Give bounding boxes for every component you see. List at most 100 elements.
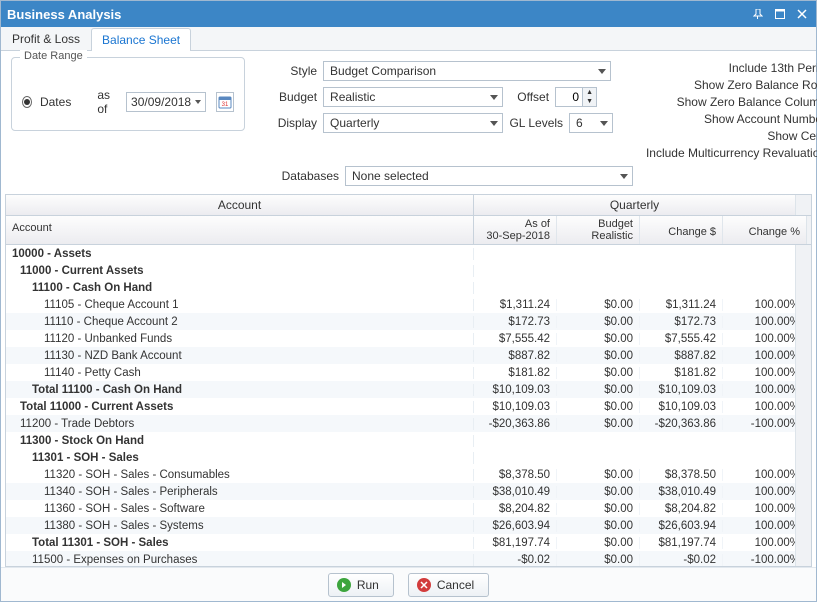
- spin-down-icon[interactable]: ▼: [583, 97, 596, 106]
- value-cell: 100.00%: [723, 367, 795, 379]
- value-cell: $0.00: [557, 486, 640, 498]
- dates-radio[interactable]: [22, 96, 32, 108]
- databases-select[interactable]: None selected: [345, 166, 633, 186]
- table-row[interactable]: 11300 - Stock On Hand: [6, 432, 795, 449]
- grid-header-cols: Account As of30-Sep-2018 BudgetRealistic…: [6, 216, 811, 245]
- cancel-icon: [417, 578, 431, 592]
- value-cell: $0.00: [557, 367, 640, 379]
- value-cell: $0.00: [557, 469, 640, 481]
- date-picker-button[interactable]: 31: [216, 92, 234, 112]
- table-row[interactable]: 11105 - Cheque Account 1$1,311.24$0.00$1…: [6, 296, 795, 313]
- col-change-dollar[interactable]: Change $: [640, 216, 723, 244]
- account-cell: 10000 - Assets: [6, 248, 474, 260]
- value-cell: $7,555.42: [640, 333, 723, 345]
- table-row[interactable]: 11301 - SOH - Sales: [6, 449, 795, 466]
- account-cell: 11105 - Cheque Account 1: [6, 299, 474, 311]
- table-row[interactable]: 11200 - Trade Debtors-$20,363.86$0.00-$2…: [6, 415, 795, 432]
- col-budget[interactable]: BudgetRealistic: [557, 216, 640, 244]
- run-button[interactable]: Run: [328, 573, 394, 597]
- value-cell: $0.00: [557, 299, 640, 311]
- account-cell: 11301 - SOH - Sales: [6, 452, 474, 464]
- spin-up-icon[interactable]: ▲: [583, 88, 596, 97]
- style-label: Style: [263, 64, 317, 78]
- chevron-down-icon: [490, 121, 498, 126]
- budget-select[interactable]: Realistic: [323, 87, 503, 107]
- table-row[interactable]: 11120 - Unbanked Funds$7,555.42$0.00$7,5…: [6, 330, 795, 347]
- value-cell: 100.00%: [723, 469, 795, 481]
- table-row[interactable]: 11130 - NZD Bank Account$887.82$0.00$887…: [6, 347, 795, 364]
- value-cell: 100.00%: [723, 503, 795, 515]
- offset-input[interactable]: [555, 87, 583, 107]
- svg-text:31: 31: [222, 102, 229, 108]
- header-period-group[interactable]: Quarterly: [474, 195, 795, 215]
- tab-bar: Profit & Loss Balance Sheet: [1, 27, 816, 51]
- cancel-button[interactable]: Cancel: [408, 573, 489, 597]
- cancel-label: Cancel: [437, 578, 474, 592]
- value-cell: $10,109.03: [474, 384, 557, 396]
- value-cell: 100.00%: [723, 316, 795, 328]
- style-select[interactable]: Budget Comparison: [323, 61, 611, 81]
- display-select[interactable]: Quarterly: [323, 113, 503, 133]
- tab-profit-loss[interactable]: Profit & Loss: [1, 27, 91, 50]
- value-cell: $10,109.03: [640, 401, 723, 413]
- account-cell: 11300 - Stock On Hand: [6, 435, 474, 447]
- value-cell: 100.00%: [723, 299, 795, 311]
- scrollbar[interactable]: [795, 245, 811, 566]
- header-account-group[interactable]: Account: [6, 195, 474, 215]
- maximize-icon[interactable]: [772, 6, 788, 22]
- value-cell: $26,603.94: [474, 520, 557, 532]
- table-row[interactable]: 11000 - Current Assets: [6, 262, 795, 279]
- account-cell: 11130 - NZD Bank Account: [6, 350, 474, 362]
- value-cell: $26,603.94: [640, 520, 723, 532]
- value-cell: $0.00: [557, 503, 640, 515]
- chevron-down-icon: [600, 121, 608, 126]
- as-of-date-input[interactable]: 30/09/2018: [126, 92, 206, 112]
- chevron-down-icon: [620, 174, 628, 179]
- chevron-down-icon: [490, 95, 498, 100]
- grid-body[interactable]: 10000 - Assets 11000 - Current Assets 1110…: [6, 245, 795, 566]
- account-cell: Total 11000 - Current Assets: [6, 401, 474, 413]
- account-cell: 11320 - SOH - Sales - Consumables: [6, 469, 474, 481]
- table-row[interactable]: 11110 - Cheque Account 2$172.73$0.00$172…: [6, 313, 795, 330]
- tab-balance-sheet[interactable]: Balance Sheet: [91, 28, 191, 51]
- value-cell: $81,197.74: [474, 537, 557, 549]
- table-row[interactable]: 11140 - Petty Cash$181.82$0.00$181.82100…: [6, 364, 795, 381]
- col-account[interactable]: Account: [6, 216, 474, 244]
- table-row[interactable]: 11340 - SOH - Sales - Peripherals$38,010…: [6, 483, 795, 500]
- table-row[interactable]: 11100 - Cash On Hand: [6, 279, 795, 296]
- account-cell: 11000 - Current Assets: [6, 265, 474, 277]
- table-row[interactable]: Total 11301 - SOH - Sales$81,197.74$0.00…: [6, 534, 795, 551]
- col-change-pct[interactable]: Change %: [723, 216, 806, 244]
- value-cell: -$20,363.86: [474, 418, 557, 430]
- col-asof[interactable]: As of30-Sep-2018: [474, 216, 557, 244]
- gl-levels-select[interactable]: 6: [569, 113, 613, 133]
- account-cell: 11380 - SOH - Sales - Systems: [6, 520, 474, 532]
- table-row[interactable]: 11360 - SOH - Sales - Software$8,204.82$…: [6, 500, 795, 517]
- opt-13th-label: Include 13th Period: [729, 61, 817, 75]
- value-cell: 100.00%: [723, 520, 795, 532]
- value-cell: $0.00: [557, 418, 640, 430]
- value-cell: -$0.02: [640, 554, 723, 566]
- value-cell: $38,010.49: [474, 486, 557, 498]
- table-row[interactable]: 11320 - SOH - Sales - Consumables$8,378.…: [6, 466, 795, 483]
- close-icon[interactable]: [794, 6, 810, 22]
- table-row[interactable]: 11500 - Expenses on Purchases-$0.02$0.00…: [6, 551, 795, 566]
- table-row[interactable]: 10000 - Assets: [6, 245, 795, 262]
- value-cell: $8,204.82: [640, 503, 723, 515]
- value-cell: 100.00%: [723, 486, 795, 498]
- table-row[interactable]: Total 11000 - Current Assets $10,109.03$0…: [6, 398, 795, 415]
- window-title: Business Analysis: [7, 7, 121, 22]
- value-cell: -100.00%: [723, 554, 795, 566]
- value-cell: -$20,363.86: [640, 418, 723, 430]
- table-row[interactable]: 11380 - SOH - Sales - Systems$26,603.94$…: [6, 517, 795, 534]
- offset-spinner[interactable]: ▲▼: [555, 87, 597, 107]
- pin-icon[interactable]: [750, 6, 766, 22]
- value-cell: $0.00: [557, 401, 640, 413]
- value-cell: $887.82: [474, 350, 557, 362]
- table-row[interactable]: Total 11100 - Cash On Hand$10,109.03$0.0…: [6, 381, 795, 398]
- value-cell: $0.00: [557, 537, 640, 549]
- budget-value: Realistic: [330, 90, 375, 104]
- value-cell: 100.00%: [723, 401, 795, 413]
- value-cell: $887.82: [640, 350, 723, 362]
- param-block: Style Budget Comparison Budget Realistic…: [263, 57, 613, 133]
